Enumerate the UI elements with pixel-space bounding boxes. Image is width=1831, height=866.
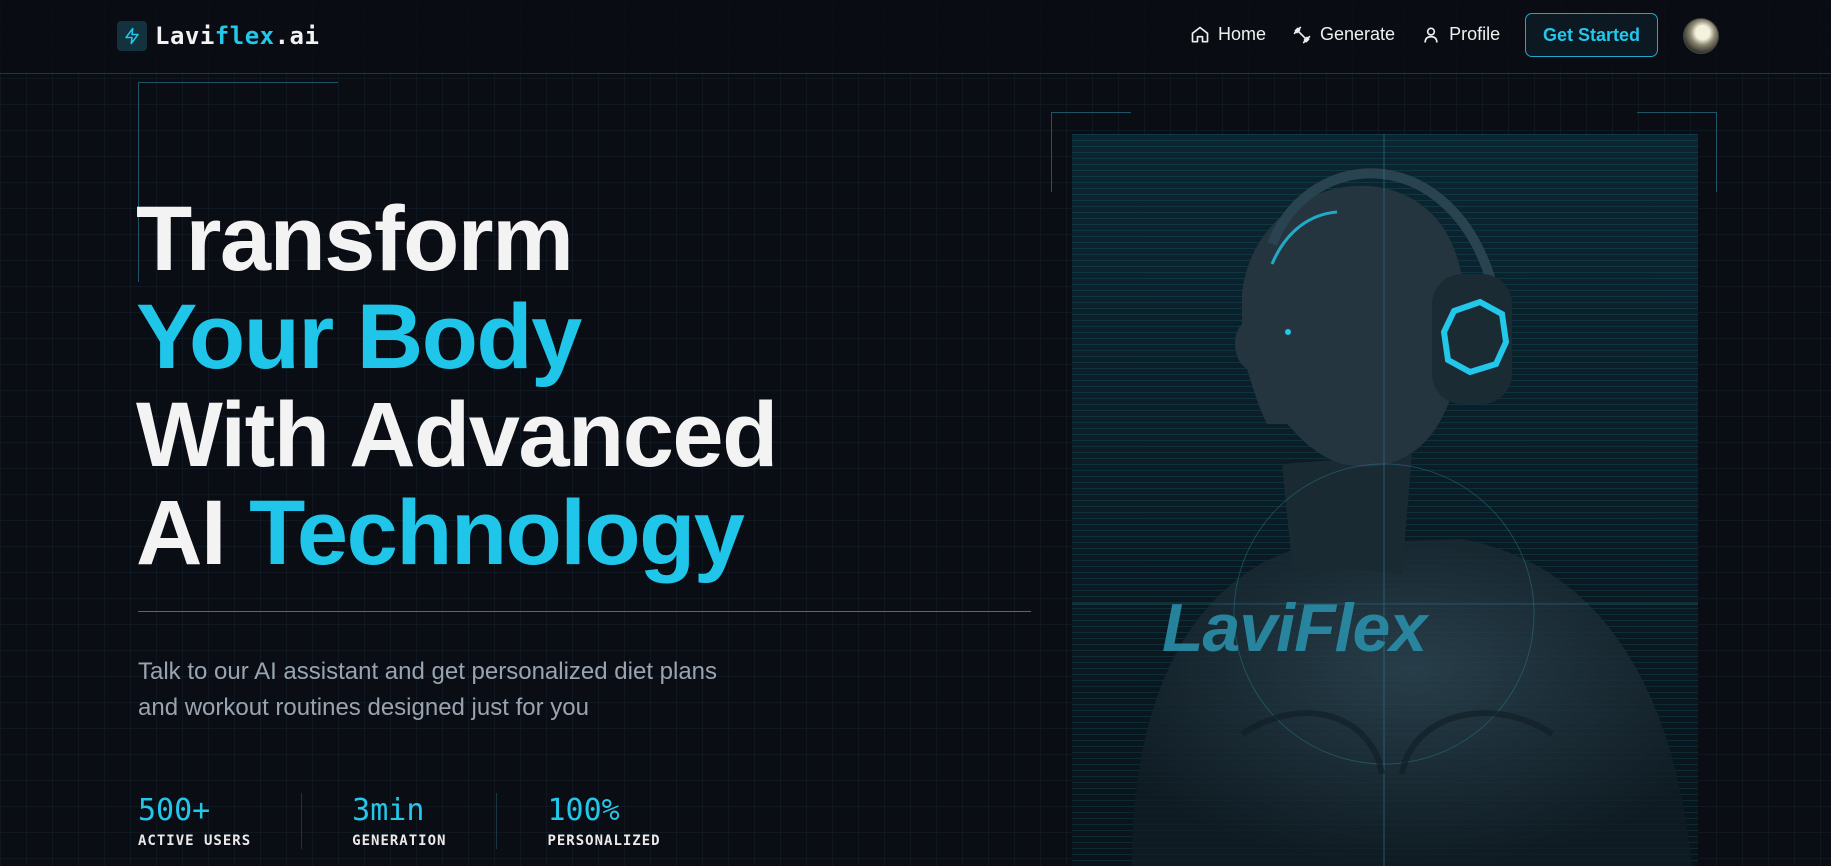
user-icon [1424, 27, 1438, 43]
logo-prefix: Lavi [155, 22, 215, 50]
logo[interactable]: Laviflex.ai [117, 19, 319, 53]
headline-ai: AI [136, 482, 227, 584]
stats-row: 500+ ACTIVE USERS 3min GENERATION 100% P… [138, 793, 711, 849]
stat-label: ACTIVE USERS [138, 833, 252, 849]
hero-headline: Transform Your Body With Advanced AI Tec… [136, 188, 778, 582]
lightning-icon [117, 21, 147, 51]
nav-profile-label: Profile [1449, 24, 1501, 44]
stat-value: 3min [352, 793, 425, 828]
headline-line-2: Your Body [136, 286, 582, 388]
stat-value: 100% [547, 793, 620, 828]
stat-users: 500+ ACTIVE USERS [138, 793, 301, 849]
hero-image: LaviFlex [1072, 134, 1698, 866]
dumbbell-icon [1293, 26, 1311, 43]
headline-line-4: AI Technology [136, 484, 777, 582]
nav-links: Home Generate Profile [1190, 24, 1500, 45]
logo-text: Laviflex.ai [155, 22, 319, 50]
hero-subtitle: Talk to our AI assistant and get persona… [138, 658, 718, 721]
stat-value: 500+ [138, 793, 211, 828]
nav-generate[interactable]: Generate [1292, 24, 1395, 45]
logo-suffix: .ai [274, 22, 320, 50]
headline-technology: Technology [249, 482, 745, 584]
stat-label: GENERATION [352, 833, 447, 849]
stat-personalized: 100% PERSONALIZED [496, 793, 710, 849]
headline-line-1: Transform [136, 188, 574, 290]
get-started-button[interactable]: Get Started [1525, 13, 1658, 57]
image-wordmark: LaviFlex [1162, 590, 1427, 666]
home-icon [1191, 26, 1209, 43]
stat-generation: 3min GENERATION [301, 793, 496, 849]
avatar[interactable] [1683, 18, 1719, 54]
nav-home-label: Home [1218, 24, 1267, 44]
stat-label: PERSONALIZED [547, 833, 661, 849]
nav-profile[interactable]: Profile [1421, 24, 1500, 45]
headline-line-3: With Advanced [136, 384, 778, 486]
top-navbar: Laviflex.ai Home Generate Profile Get St… [0, 0, 1831, 74]
athlete-illustration [1072, 134, 1698, 866]
hero-divider [138, 611, 1031, 612]
logo-accent: flex [214, 22, 275, 50]
nav-home[interactable]: Home [1190, 24, 1266, 45]
nav-generate-label: Generate [1320, 24, 1396, 44]
